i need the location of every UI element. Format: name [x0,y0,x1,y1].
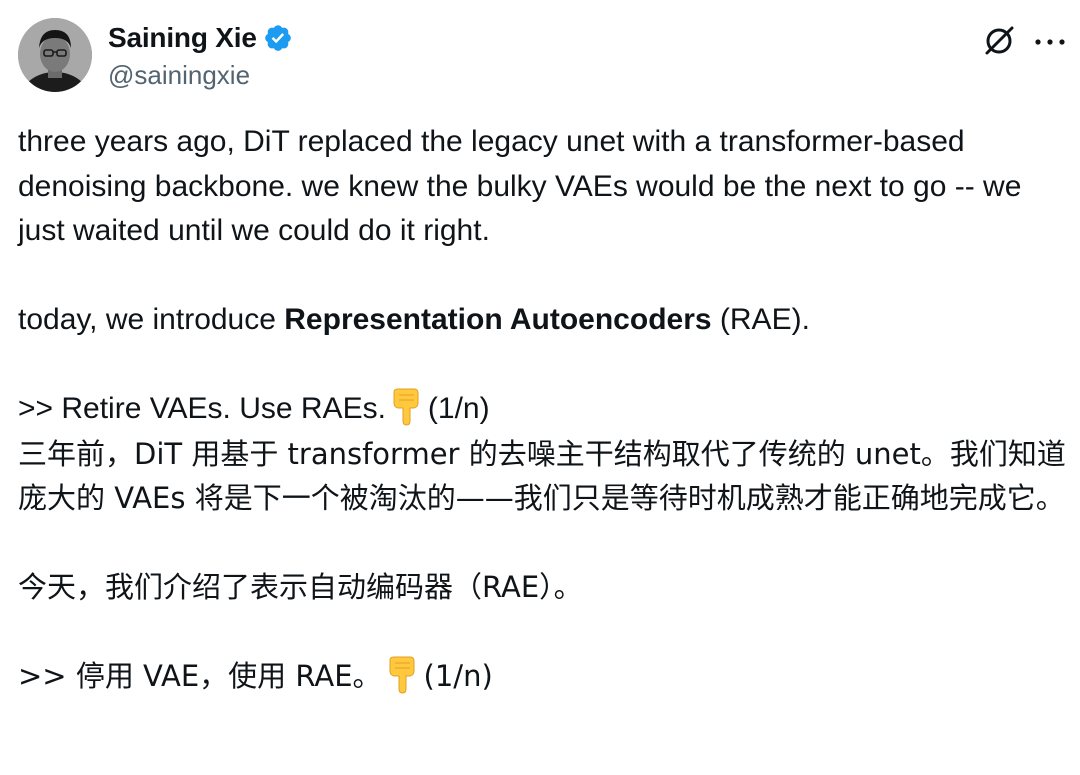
cn-p3-suffix: (1/n) [423,659,493,693]
tweet-text-cn-p2: 今天，我们介绍了表示自动编码器（RAE）。 [18,570,583,604]
en-p2-suffix: (RAE). [711,303,810,336]
tweet-text-cn-p1: 三年前，DiT 用基于 transformer 的去噪主干结构取代了传统的 un… [18,436,1066,516]
tweet-header: Saining Xie @sainingxie [18,18,1065,96]
avatar[interactable] [18,18,92,92]
tweet-card: Saining Xie @sainingxie three years ago,… [0,0,1080,775]
more-options-icon[interactable] [1032,34,1068,50]
pointing-down-hand-icon [390,388,424,426]
en-p3-prefix: >> Retire VAEs. Use RAEs. [18,392,386,425]
display-name[interactable]: Saining Xie [108,22,257,54]
tweet-text-en-p1: three years ago, DiT replaced the legacy… [18,125,1022,247]
en-p2-bold: Representation Autoencoders [284,303,712,336]
pointing-down-hand-icon [386,656,420,694]
tweet-text-cn-p3: >> 停用 VAE，使用 RAE。 (1/n) [18,654,1066,699]
grok-icon[interactable] [982,24,1016,58]
tweet-body: three years ago, DiT replaced the legacy… [18,120,1066,699]
handle[interactable]: @sainingxie [108,60,293,91]
cn-p3-prefix: >> 停用 VAE，使用 RAE。 [18,659,382,693]
en-p2-prefix: today, we introduce [18,303,285,336]
name-row: Saining Xie [108,20,293,56]
author-info: Saining Xie @sainingxie [108,20,293,91]
verified-badge-icon[interactable] [263,23,293,53]
en-p3-suffix: (1/n) [427,392,490,425]
avatar-photo [18,18,92,92]
tweet-text-en-p2: today, we introduce Representation Autoe… [18,298,1066,343]
tweet-text-en-p3: >> Retire VAEs. Use RAEs. (1/n) [18,387,1066,432]
